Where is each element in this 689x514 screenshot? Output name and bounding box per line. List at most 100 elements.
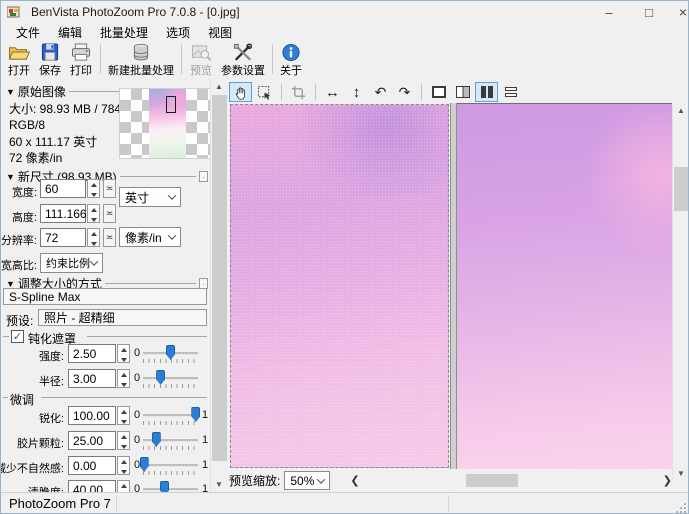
film-grain-slider[interactable] [143,439,198,442]
film-grain-slider-thumb[interactable] [152,432,161,447]
menu-file[interactable]: 文件 [7,22,49,43]
chevron-down-icon [90,257,98,265]
height-lock-button[interactable]: ≍ [103,204,116,223]
about-button[interactable]: 关于 [276,42,306,78]
minimize-button[interactable]: – [592,1,626,23]
preset-select[interactable]: 照片 - 超精细 [38,309,207,326]
scroll-right-icon[interactable]: ❯ [663,474,672,487]
settings-button[interactable]: 参数设置 [217,42,269,78]
width-label: 宽度: [12,184,37,200]
finetune-title: 微调 [10,391,34,408]
stretch-horizontal-button[interactable]: ↔ [321,82,344,102]
scroll-down-icon[interactable]: ▼ [211,477,227,492]
chevron-down-icon [168,231,176,239]
view-stacked-button[interactable] [499,82,522,102]
menu-view[interactable]: 视图 [199,22,241,43]
scroll-up-icon[interactable]: ▲ [211,79,227,94]
crispness-slider-thumb[interactable] [160,481,169,492]
scroll-left-icon[interactable]: ❮ [350,474,359,487]
panel-scrollbar[interactable]: ▲ ▼ [210,79,227,492]
resized-preview-pane[interactable] [457,103,672,469]
maximize-button[interactable]: □ [632,1,666,23]
stacked-panes-icon [505,87,517,97]
crispness-stepper[interactable] [117,480,130,492]
scroll-up-icon[interactable]: ▲ [673,103,689,118]
print-button[interactable]: 打印 [65,42,97,78]
sharpen-slider-thumb[interactable] [191,407,200,422]
size-unit-select[interactable]: 英寸 [119,187,181,207]
app-window: BenVista PhotoZoom Pro 7.0.8 - [0.jpg] –… [0,0,689,514]
crispness-slider[interactable] [143,488,198,491]
menu-bar: 文件 编辑 批量处理 选项 视图 [1,23,688,42]
collapse-icon: ▼ [6,172,15,182]
stretch-vertical-button[interactable]: ↕ [345,82,368,102]
preview-vscrollbar[interactable]: ▲ ▼ [672,103,689,481]
new-batch-button[interactable]: 新建批量处理 [104,42,178,78]
preview-zoom-value: 50% [290,474,314,488]
folder-open-icon [7,43,31,62]
view-single-button[interactable] [427,82,450,102]
film-grain-input[interactable]: 25.00 [68,431,116,450]
aspect-select[interactable]: 约束比例 [40,253,103,273]
menu-edit[interactable]: 编辑 [49,22,91,43]
open-button[interactable]: 打开 [3,42,35,78]
height-input[interactable]: 111.1667 [40,204,86,223]
menu-batch[interactable]: 批量处理 [91,22,157,43]
view-side-by-side-button[interactable] [475,82,498,102]
artifact-reduction-slider[interactable] [143,464,198,467]
resolution-stepper[interactable] [87,228,100,247]
hand-tool-button[interactable] [229,82,252,102]
rotate-left-button[interactable]: ↶ [369,82,392,102]
pane-divider[interactable] [450,103,457,469]
strength-slider[interactable] [143,352,198,355]
preview-panes [230,103,689,469]
preview-region-rect[interactable] [166,96,176,113]
save-button[interactable]: 保存 [35,42,65,78]
crispness-input[interactable]: 40.00 [68,480,116,492]
sharpen-input[interactable]: 100.00 [68,406,116,425]
strength-stepper[interactable] [117,344,130,363]
resolution-unit-select[interactable]: 像素/in [119,227,181,247]
preview-hscrollbar[interactable] [366,473,659,488]
resolution-lock-button[interactable]: ≍ [103,228,116,247]
artifact-reduction-input[interactable]: 0.00 [68,456,116,475]
strength-input[interactable]: 2.50 [68,344,116,363]
radius-slider[interactable] [143,377,198,380]
original-preview-pane[interactable] [230,104,449,468]
preview-zoom-select[interactable]: 50% [284,471,330,490]
width-input[interactable]: 60 [40,179,86,198]
title-bar[interactable]: BenVista PhotoZoom Pro 7.0.8 - [0.jpg] –… [1,1,688,23]
sharpen-max: 1 [202,409,208,421]
radius-stepper[interactable] [117,369,130,388]
radius-slider-thumb[interactable] [156,370,165,385]
resolution-label: 分辨率: [1,232,37,248]
close-button[interactable]: × [666,1,689,23]
new-batch-label: 新建批量处理 [108,62,174,78]
unsharp-checkbox[interactable]: ✓ [11,330,24,343]
width-lock-button[interactable]: ≍ [103,179,116,198]
aspect-value: 约束比例 [46,255,90,271]
menu-options[interactable]: 选项 [157,22,199,43]
artifact-reduction-slider-thumb[interactable] [140,457,149,472]
print-label: 打印 [70,62,92,78]
preview-hscrollbar-thumb[interactable] [466,474,518,487]
view-curtain-button[interactable] [451,82,474,102]
height-label: 高度: [12,209,37,225]
radius-input[interactable]: 3.00 [68,369,116,388]
method-select[interactable]: S-Spline Max [3,288,207,305]
preview-vscrollbar-thumb[interactable] [674,167,689,211]
strength-slider-thumb[interactable] [166,345,175,360]
hand-icon [233,85,248,100]
panel-scrollbar-thumb[interactable] [212,95,227,461]
film-grain-stepper[interactable] [117,431,130,450]
resolution-input[interactable]: 72 [40,228,86,247]
marquee-tool-button[interactable] [253,82,276,102]
app-icon [7,5,21,19]
sharpen-stepper[interactable] [117,406,130,425]
width-stepper[interactable] [87,179,100,198]
height-stepper[interactable] [87,204,100,223]
artifact-reduction-min: 0 [134,459,140,471]
rotate-right-button[interactable]: ↷ [393,82,416,102]
artifact-reduction-stepper[interactable] [117,456,130,475]
sharpen-slider[interactable] [143,414,198,417]
